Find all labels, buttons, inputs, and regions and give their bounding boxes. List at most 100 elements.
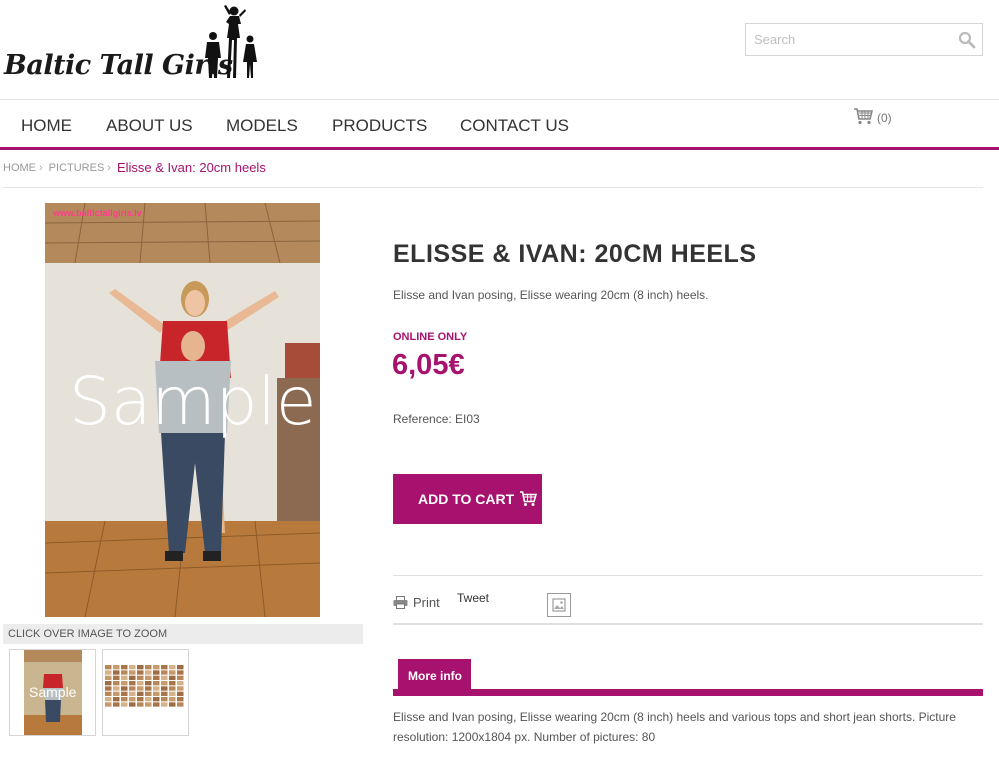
cart-link[interactable]: (0) (853, 106, 892, 126)
nav-item-models[interactable]: MODELS (226, 116, 298, 136)
main-nav: HOME ABOUT US MODELS PRODUCTS CONTACT US (0, 100, 999, 150)
contact-sheet-cell (129, 691, 136, 696)
tab-underline (393, 689, 983, 696)
logo-silhouettes-icon (205, 5, 257, 78)
more-info-text: Elisse and Ivan posing, Elisse wearing 2… (393, 710, 956, 744)
contact-sheet-cell (161, 665, 168, 670)
contact-sheet-cell (153, 680, 160, 686)
breadcrumb-home[interactable]: HOME (3, 162, 36, 174)
contact-sheet-cell (137, 702, 144, 707)
contact-sheet-cell (129, 696, 136, 702)
contact-sheet-cell (105, 665, 112, 670)
contact-sheet-cell (121, 691, 128, 696)
cart-count: (0) (877, 110, 892, 125)
contact-sheet-cell (169, 686, 176, 691)
contact-sheet-cell (145, 686, 152, 691)
contact-sheet-cell (129, 665, 136, 670)
site-logo[interactable]: Baltic Tall Girls (4, 0, 264, 95)
print-link[interactable]: Print (393, 595, 440, 610)
add-to-cart-button[interactable]: ADD TO CART (393, 474, 542, 524)
contact-sheet-cell (169, 680, 176, 686)
contact-sheet-cell (113, 702, 120, 707)
contact-sheet-cell (161, 680, 168, 686)
main-product-image[interactable]: www.baltictallgirls.lv Sample (45, 203, 320, 617)
thumbnail-1[interactable]: Sample (9, 649, 96, 736)
contact-sheet-cell (113, 691, 120, 696)
contact-sheet-cell (177, 675, 184, 680)
contact-sheet-cell (129, 686, 136, 691)
contact-sheet-cell (161, 691, 168, 696)
contact-sheet-cell (137, 686, 144, 691)
contact-sheet-cell (129, 675, 136, 680)
share-image-icon[interactable] (547, 593, 571, 617)
thumbnail-contact-sheet (105, 665, 184, 707)
product-title: ELISSE & IVAN: 20CM HEELS (393, 240, 757, 268)
chevron-right-icon: › (39, 162, 43, 174)
chevron-right-icon: › (107, 162, 111, 174)
contact-sheet-cell (161, 675, 168, 680)
contact-sheet-cell (153, 691, 160, 696)
contact-sheet-cell (177, 665, 184, 670)
contact-sheet-cell (113, 670, 120, 675)
contact-sheet-cell (153, 702, 160, 707)
breadcrumb-pictures[interactable]: PICTURES (49, 162, 105, 174)
tweet-button[interactable]: Tweet (457, 591, 489, 605)
product-reference: Reference: EI03 (393, 412, 480, 426)
watermark-url: www.baltictallgirls.lv (53, 208, 142, 218)
product-price: 6,05€ (392, 349, 465, 381)
breadcrumb-current: Elisse & Ivan: 20cm heels (116, 160, 266, 175)
add-to-cart-label: ADD TO CART (418, 491, 515, 507)
contact-sheet-cell (129, 702, 136, 707)
contact-sheet-cell (153, 665, 160, 670)
contact-sheet-cell (177, 702, 184, 707)
nav-item-home[interactable]: HOME (21, 116, 72, 136)
contact-sheet-cell (161, 670, 168, 675)
search-input[interactable] (746, 24, 950, 55)
contact-sheet-cell (153, 675, 160, 680)
print-label: Print (413, 595, 440, 610)
search-box (745, 23, 983, 56)
sample-overlay: Sample (69, 363, 317, 440)
nav-item-about-us[interactable]: ABOUT US (106, 116, 193, 136)
contact-sheet-cell (113, 680, 120, 686)
contact-sheet-cell (153, 670, 160, 675)
contact-sheet-cell (177, 696, 184, 702)
contact-sheet-cell (145, 680, 152, 686)
contact-sheet-cell (169, 665, 176, 670)
contact-sheet-cell (153, 686, 160, 691)
contact-sheet-cell (105, 686, 112, 691)
contact-sheet-cell (169, 670, 176, 675)
contact-sheet-cell (121, 675, 128, 680)
logo-text: Baltic Tall Girls (4, 50, 233, 81)
contact-sheet-cell (105, 675, 112, 680)
contact-sheet-cell (161, 686, 168, 691)
contact-sheet-cell (121, 665, 128, 670)
contact-sheet-cell (121, 680, 128, 686)
thumbnail-2[interactable] (102, 649, 189, 736)
contact-sheet-cell (177, 670, 184, 675)
contact-sheet-cell (121, 686, 128, 691)
contact-sheet-cell (169, 702, 176, 707)
contact-sheet-cell (137, 696, 144, 702)
contact-sheet-cell (121, 702, 128, 707)
contact-sheet-cell (105, 680, 112, 686)
contact-sheet-cell (105, 702, 112, 707)
contact-sheet-cell (169, 696, 176, 702)
contact-sheet-cell (177, 691, 184, 696)
nav-item-contact-us[interactable]: CONTACT US (460, 116, 569, 136)
broken-image-icon (552, 598, 566, 612)
product-short-description: Elisse and Ivan posing, Elisse wearing 2… (393, 288, 709, 302)
contact-sheet-cell (121, 696, 128, 702)
contact-sheet-cell (177, 680, 184, 686)
nav-item-products[interactable]: PRODUCTS (332, 116, 427, 136)
contact-sheet-cell (129, 670, 136, 675)
product-tabs: More info (393, 659, 983, 697)
contact-sheet-cell (137, 691, 144, 696)
contact-sheet-cell (129, 680, 136, 686)
contact-sheet-cell (145, 702, 152, 707)
contact-sheet-cell (113, 665, 120, 670)
tab-more-info[interactable]: More info (398, 659, 471, 690)
contact-sheet-cell (145, 670, 152, 675)
contact-sheet-cell (145, 675, 152, 680)
search-icon[interactable] (958, 31, 976, 49)
